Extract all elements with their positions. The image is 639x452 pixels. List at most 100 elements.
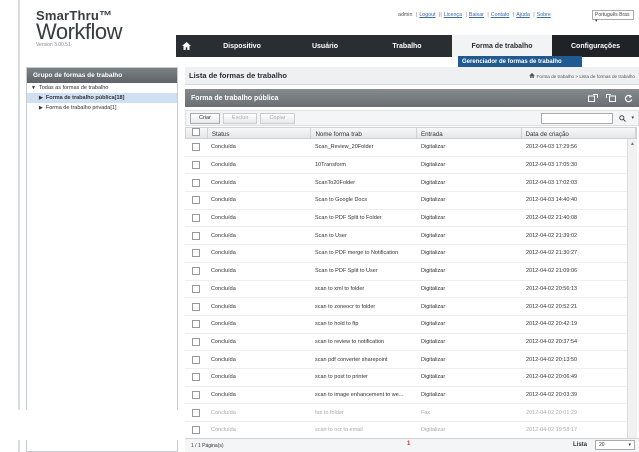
license-link[interactable]: Licença [444,12,462,18]
header-status[interactable]: Status [208,128,312,138]
row-checkbox[interactable] [185,196,207,205]
home-icon [529,72,536,78]
row-input: Digitalizar [421,197,446,204]
tree-item-public-label: Forma de trabalho pública[18] [45,95,125,101]
row-checkbox[interactable] [185,320,207,329]
create-button[interactable]: Criar [190,112,220,124]
table-row[interactable]: Concluída scan to review to notification D… [185,334,637,352]
language-value: Português Bras [595,12,630,18]
delete-button[interactable]: Excluir [222,112,258,124]
nav-settings[interactable]: Configurações [552,35,639,57]
table-row[interactable]: Concluída scan pdf converter sharepoint Di… [185,351,637,369]
collapsed-triangle-icon: ▶ [39,95,43,101]
row-checkbox[interactable] [185,178,207,187]
table-scrollbar[interactable]: ▲ [627,139,637,441]
row-checkbox[interactable] [185,337,207,346]
table-row[interactable]: Concluída scan to zoneocr to folder Digita… [185,298,637,316]
row-created: 2012-04-02 20:52:21 [526,303,578,310]
table-row[interactable]: Concluída scan to xml to folder Digitaliza… [185,281,637,299]
header-name[interactable]: Nome forma trab [311,128,417,138]
select-all-checkbox[interactable] [186,128,208,138]
table-row[interactable]: Concluída ScanTo20Folder Digitalizar 2012-0… [185,174,637,193]
row-checkbox[interactable] [185,214,207,223]
row-checkbox[interactable] [185,373,207,382]
row-input: Digitalizar [421,374,446,381]
row-created: 2012-04-02 21:30:27 [526,250,578,257]
logout-link[interactable]: Logout [419,12,435,18]
row-input: Digitalizar [421,232,446,239]
tree-item-private[interactable]: ▶ Forma de trabalho privada[1] [27,103,177,113]
search-options-chevron-icon[interactable]: ▾ [631,115,634,121]
table-header: Status Nome forma trab Entrada Data de c… [185,127,637,139]
row-created: 2012-04-03 14:40:40 [526,197,578,204]
section-bar: Forma de trabalho pública [185,89,639,107]
row-checkbox[interactable] [185,231,207,240]
table-footer: 1 / 1 Página(s) 1 Lista 20 ▾ [185,438,639,452]
table-row[interactable]: Concluída Scan to Google Docs Digitalizar 2… [185,192,637,210]
header-created[interactable]: Data de criação [522,128,636,138]
nav-workform[interactable]: Forma de trabalho [452,35,552,57]
scroll-up-icon[interactable]: ▲ [630,141,635,147]
main-title-bar: Lista de formas de trabalho Forma de tra… [185,67,639,85]
row-checkbox[interactable] [185,161,207,170]
row-name: Scan to PDF merge to Notification [315,250,399,257]
row-checkbox[interactable] [185,426,207,435]
list-size-select[interactable]: 20 ▾ [595,440,635,450]
current-page-link[interactable]: 1 [407,441,410,447]
row-input: Digitalizar [421,268,446,275]
table-row[interactable]: Concluída Scan to PDF Split to User Digita… [185,263,637,281]
table-row[interactable]: Concluída 10Transform Digitalizar 2012-04-0… [185,157,637,175]
table-row[interactable]: Concluída Scan to PDF Split to Folder Digi… [185,210,637,228]
main-nav: Dispositivo Usuário Trabalho Forma de tr… [176,35,639,57]
row-checkbox[interactable] [185,390,207,399]
row-checkbox[interactable] [185,408,207,417]
contact-link[interactable]: Contato [491,12,510,18]
expanded-triangle-icon: ▼ [31,85,36,91]
help-link[interactable]: Ajuda [516,12,530,18]
table-row[interactable]: Concluída Scan to PDF merge to Notificati… [185,245,637,263]
import-icon[interactable] [606,94,616,102]
row-status: Concluída [211,285,236,292]
about-link[interactable]: Sobre [537,12,551,18]
workform-table: Status Nome forma trab Entrada Data de c… [185,127,637,440]
copy-button[interactable]: Copiar [260,112,295,124]
blank-area [18,410,185,440]
home-icon[interactable] [176,35,196,57]
refresh-icon[interactable] [624,94,633,103]
nav-device[interactable]: Dispositivo [196,35,288,57]
table-row[interactable]: Concluída scan to hold to ftp Digitalizar 2… [185,316,637,334]
row-checkbox[interactable] [185,284,207,293]
table-row[interactable]: Concluída scan to image enhancement to we… [185,387,637,405]
list-size-label: Lista [573,442,588,448]
table-row[interactable]: Concluída Scan to User Digitalizar 2012-04-… [185,227,637,246]
row-name: fax to folder [315,409,344,416]
app-logo: SmarThru™ Workflow Version 3.00.51 [36,8,123,48]
row-checkbox[interactable] [185,302,207,311]
table-row[interactable]: Concluída fax to folder Fax 2012-04-02 20:0… [185,404,637,422]
row-created: 2012-04-02 21:39:02 [526,232,578,239]
row-checkbox[interactable] [185,143,207,152]
breadcrumb: Forma de trabalho > Lista de formas de t… [529,72,635,79]
row-checkbox[interactable] [185,249,207,258]
nav-job[interactable]: Trabalho [362,35,452,57]
header-input[interactable]: Entrada [417,128,522,138]
row-input: Digitalizar [421,215,446,222]
language-select[interactable]: Português Bras ▾ [592,10,634,24]
row-name: scan to hold to ftp [315,321,359,328]
row-created: 2012-04-02 19:58:17 [526,427,578,434]
row-input: Digitalizar [421,144,446,151]
table-row[interactable]: Concluída scan to post to printer Digitali… [185,369,637,387]
nav-user[interactable]: Usuário [288,35,362,57]
top-links: admin | Logout || Licença | Baixar | Contato… [398,12,551,18]
tree-root[interactable]: ▼ Todas as formas de trabalho [27,83,177,93]
table-row[interactable]: Concluída Scan_Review_20Folder Digitalizar… [185,139,637,157]
row-checkbox[interactable] [185,355,207,364]
tree-item-public[interactable]: ▶ Forma de trabalho pública[18] [27,93,177,103]
row-checkbox[interactable] [185,267,207,276]
search-input[interactable] [541,112,614,124]
search-icon[interactable] [616,113,628,124]
export-icon[interactable] [588,94,598,102]
table-body: Concluída Scan_Review_20Folder Digitalizar… [185,139,637,440]
row-status: Concluída [211,356,236,363]
download-link[interactable]: Baixar [469,12,484,18]
